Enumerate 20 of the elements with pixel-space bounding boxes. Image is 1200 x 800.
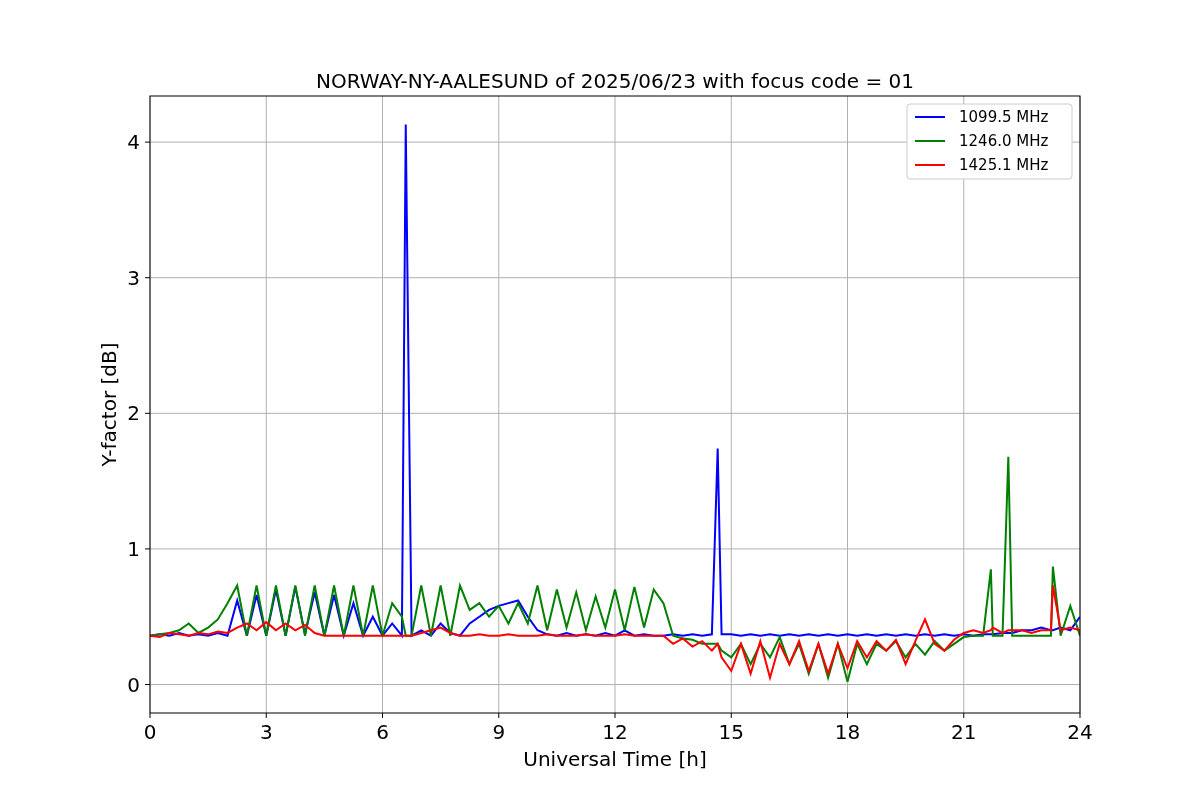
tick-label: 18 — [834, 720, 861, 744]
tick-label: 1 — [127, 536, 140, 561]
chart-title: NORWAY-NY-AALESUND of 2025/06/23 with focus code = 01 — [316, 69, 914, 93]
legend-label: 1099.5 MHz — [959, 108, 1049, 126]
legend-label: 1246.0 MHz — [959, 132, 1049, 150]
tick-label: 3 — [127, 265, 140, 290]
tick-label: 15 — [718, 720, 744, 744]
y-axis-label: Y-factor [dB] — [97, 342, 121, 467]
tick-label: 6 — [376, 720, 389, 744]
tick-label: 9 — [492, 720, 506, 744]
tick-label: 3 — [259, 720, 273, 744]
tick-label: 0 — [127, 672, 140, 697]
tick-label: 4 — [127, 130, 140, 155]
x-axis-label: Universal Time [h] — [523, 747, 707, 771]
tick-label: 0 — [143, 720, 157, 744]
tick-label: 21 — [951, 720, 977, 744]
legend-label: 1425.1 MHz — [959, 156, 1049, 174]
tick-label: 24 — [1067, 720, 1093, 744]
tick-label: 12 — [602, 720, 628, 744]
tick-label: 2 — [127, 401, 140, 426]
